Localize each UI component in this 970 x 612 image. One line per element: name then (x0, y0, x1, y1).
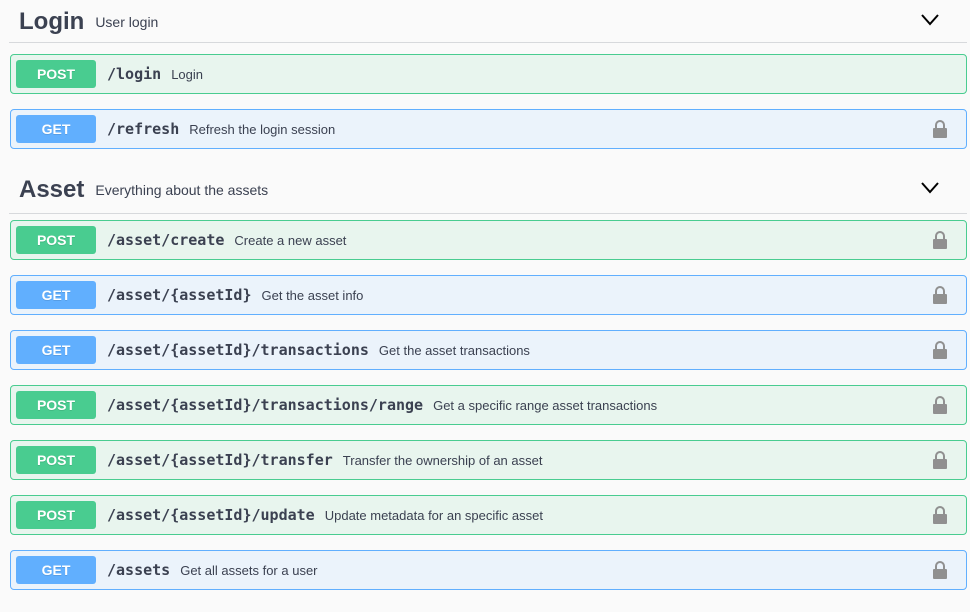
method-badge: POST (16, 391, 96, 419)
method-badge: POST (16, 501, 96, 529)
operation-path: /login (107, 65, 162, 83)
lock-icon[interactable] (932, 119, 948, 139)
operation-post-asset-transfer[interactable]: POST /asset/{assetId}/transfer Transfer … (10, 440, 967, 480)
lock-icon[interactable] (932, 395, 948, 415)
lock-icon[interactable] (932, 505, 948, 525)
operation-summary: Update metadata for an specific asset (324, 507, 543, 523)
lock-icon[interactable] (932, 285, 948, 305)
tag-header-asset[interactable]: Asset Everything about the assets (9, 167, 967, 214)
lock-icon[interactable] (932, 340, 948, 360)
method-badge: POST (16, 446, 96, 474)
operation-summary: Login (171, 66, 203, 82)
operation-path: /asset/create (107, 231, 225, 249)
operation-summary: Get the asset info (261, 287, 364, 303)
operation-summary: Create a new asset (234, 232, 347, 248)
method-badge: POST (16, 226, 96, 254)
lock-icon[interactable] (932, 450, 948, 470)
tag-description: Everything about the assets (95, 182, 269, 198)
operation-path: /asset/{assetId}/transactions (107, 341, 369, 359)
operation-post-asset-transactions-range[interactable]: POST /asset/{assetId}/transactions/range… (10, 385, 967, 425)
operation-post-login[interactable]: POST /login Login (10, 54, 967, 94)
chevron-down-icon[interactable] (921, 182, 939, 194)
lock-icon[interactable] (932, 560, 948, 580)
operation-get-refresh[interactable]: GET /refresh Refresh the login session (10, 109, 967, 149)
operation-summary: Get the asset transactions (378, 342, 530, 358)
lock-icon[interactable] (932, 230, 948, 250)
method-badge: POST (16, 60, 96, 88)
tag-title: Asset (19, 176, 85, 203)
operation-get-asset-transactions[interactable]: GET /asset/{assetId}/transactions Get th… (10, 330, 967, 370)
tag-header-login[interactable]: Login User login (9, 1, 967, 43)
operation-summary: Get a specific range asset transactions (433, 397, 658, 413)
operation-path: /refresh (107, 120, 180, 138)
tag-description: User login (95, 13, 159, 30)
operation-path: /assets (107, 561, 171, 579)
operation-summary: Refresh the login session (189, 121, 336, 137)
operation-get-assets[interactable]: GET /assets Get all assets for a user (10, 550, 967, 590)
operation-get-asset[interactable]: GET /asset/{assetId} Get the asset info (10, 275, 967, 315)
operation-summary: Transfer the ownership of an asset (342, 452, 543, 468)
operation-path: /asset/{assetId}/transactions/range (107, 396, 424, 414)
operation-path: /asset/{assetId} (107, 286, 252, 304)
operation-post-asset-create[interactable]: POST /asset/create Create a new asset (10, 220, 967, 260)
operation-path: /asset/{assetId}/update (107, 506, 315, 524)
operation-path: /asset/{assetId}/transfer (107, 451, 333, 469)
operation-post-asset-update[interactable]: POST /asset/{assetId}/update Update meta… (10, 495, 967, 535)
operation-summary: Get all assets for a user (180, 562, 318, 578)
method-badge: GET (16, 336, 96, 364)
method-badge: GET (16, 115, 96, 143)
method-badge: GET (16, 556, 96, 584)
method-badge: GET (16, 281, 96, 309)
chevron-down-icon[interactable] (921, 14, 939, 26)
tag-title: Login (19, 7, 85, 35)
